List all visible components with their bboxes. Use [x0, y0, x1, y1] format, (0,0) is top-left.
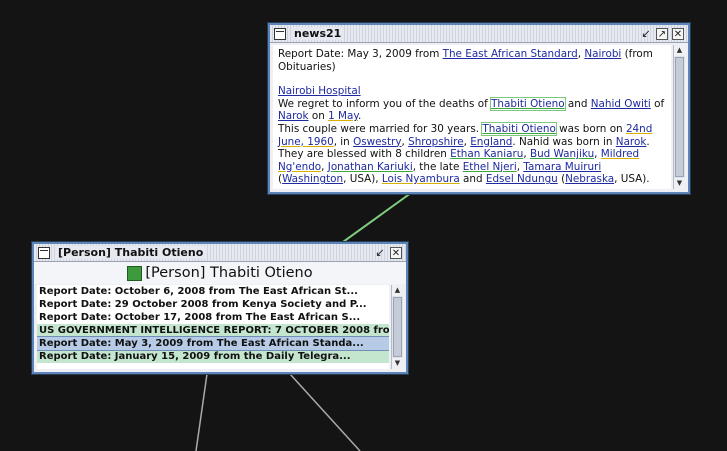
paragraph-1: We regret to inform you of the deaths of…	[278, 96, 665, 123]
list-item-selected[interactable]: Report Date: May 3, 2009 from The East A…	[37, 336, 389, 351]
entity-child-6[interactable]: Tamara Muiruri	[523, 161, 601, 173]
news-titlebar[interactable]: news21 ↙ ↗ ✕	[270, 25, 688, 43]
person-titlebar[interactable]: [Person] Thabiti Otieno ↙ ✕	[34, 244, 406, 262]
entity-nebraska[interactable]: Nebraska	[565, 173, 614, 185]
list-item[interactable]: Report Date: January 15, 2009 from the D…	[37, 350, 389, 363]
person-window-title: [Person] Thabiti Otieno	[55, 246, 207, 259]
edge-person-down-left	[195, 373, 208, 451]
scroll-down-icon[interactable]: ▼	[392, 358, 403, 369]
news-article-text: Report Date: May 3, 2009 from The East A…	[273, 45, 671, 189]
window-icon	[274, 27, 286, 40]
list-item[interactable]: US GOVERNMENT INTELLIGENCE REPORT: 7 OCT…	[37, 324, 389, 337]
news-window[interactable]: news21 ↙ ↗ ✕ Report Date: May 3, 2009 fr…	[268, 23, 690, 194]
maximize-icon[interactable]: ↗	[656, 27, 668, 40]
person-heading: [Person] Thabiti Otieno	[34, 262, 406, 284]
minimize-icon[interactable]: ↙	[374, 247, 386, 259]
scroll-thumb[interactable]	[393, 297, 402, 357]
entity-thabiti-otieno[interactable]: Thabiti Otieno	[490, 96, 566, 111]
person-type-icon	[127, 265, 143, 281]
entity-narok[interactable]: Narok	[278, 110, 309, 122]
entity-narok-2[interactable]: Narok	[616, 136, 647, 148]
report-header: Report Date: May 3, 2009 from The East A…	[278, 48, 653, 73]
entity-england[interactable]: England	[470, 136, 512, 148]
list-item[interactable]: Report Date: October 17, 2008 from The E…	[37, 311, 389, 324]
entity-washington[interactable]: Washington	[282, 173, 343, 185]
entity-child-8[interactable]: Edsel Ndungu	[486, 173, 558, 185]
paragraph-2: This couple were married for 30 years. T…	[278, 121, 653, 148]
entity-child-7[interactable]: Lois Nyambura	[382, 173, 460, 185]
entity-child-2[interactable]: Bud Wanjiku	[530, 148, 594, 160]
close-icon[interactable]: ✕	[672, 27, 684, 40]
entity-child-1[interactable]: Ethan Kaniaru	[450, 148, 523, 160]
scroll-down-icon[interactable]: ▼	[674, 178, 685, 189]
city-link[interactable]: Nairobi	[584, 48, 621, 60]
entity-date-1-may[interactable]: 1 May	[328, 110, 358, 122]
scroll-up-icon[interactable]: ▲	[674, 45, 685, 56]
list-item[interactable]: Report Date: October 6, 2008 from The Ea…	[37, 285, 389, 298]
list-item[interactable]: Report Date: 29 October 2008 from Kenya …	[37, 298, 389, 311]
minimize-icon[interactable]: ↙	[640, 28, 652, 40]
entity-oswestry[interactable]: Oswestry	[353, 136, 401, 148]
news-window-title: news21	[291, 27, 345, 40]
paragraph-3: They are blessed with 8 children Ethan K…	[278, 148, 650, 186]
entity-child-4[interactable]: Jonathan Kariuki	[328, 161, 413, 173]
person-window[interactable]: [Person] Thabiti Otieno ↙ ✕ [Person] Tha…	[32, 242, 408, 374]
scroll-up-icon[interactable]: ▲	[392, 285, 403, 296]
edge-person-down-right	[289, 373, 361, 451]
person-scrollbar[interactable]: ▲ ▼	[391, 285, 403, 369]
report-list[interactable]: Report Date: October 6, 2008 from The Ea…	[37, 285, 389, 369]
source-link[interactable]: The East African Standard	[443, 48, 578, 60]
entity-nahid-owiti[interactable]: Nahid Owiti	[591, 98, 651, 110]
news-scrollbar[interactable]: ▲ ▼	[673, 45, 685, 189]
close-icon[interactable]: ✕	[390, 246, 402, 259]
entity-child-5[interactable]: Ethel Njeri	[463, 161, 517, 173]
window-icon	[38, 246, 50, 259]
entity-thabiti-otieno-2[interactable]: Thabiti Otieno	[481, 121, 557, 136]
person-heading-text: [Person] Thabiti Otieno	[145, 265, 313, 281]
scroll-thumb[interactable]	[675, 57, 684, 177]
hospital-link[interactable]: Nairobi Hospital	[278, 85, 361, 97]
entity-shropshire[interactable]: Shropshire	[408, 136, 464, 148]
